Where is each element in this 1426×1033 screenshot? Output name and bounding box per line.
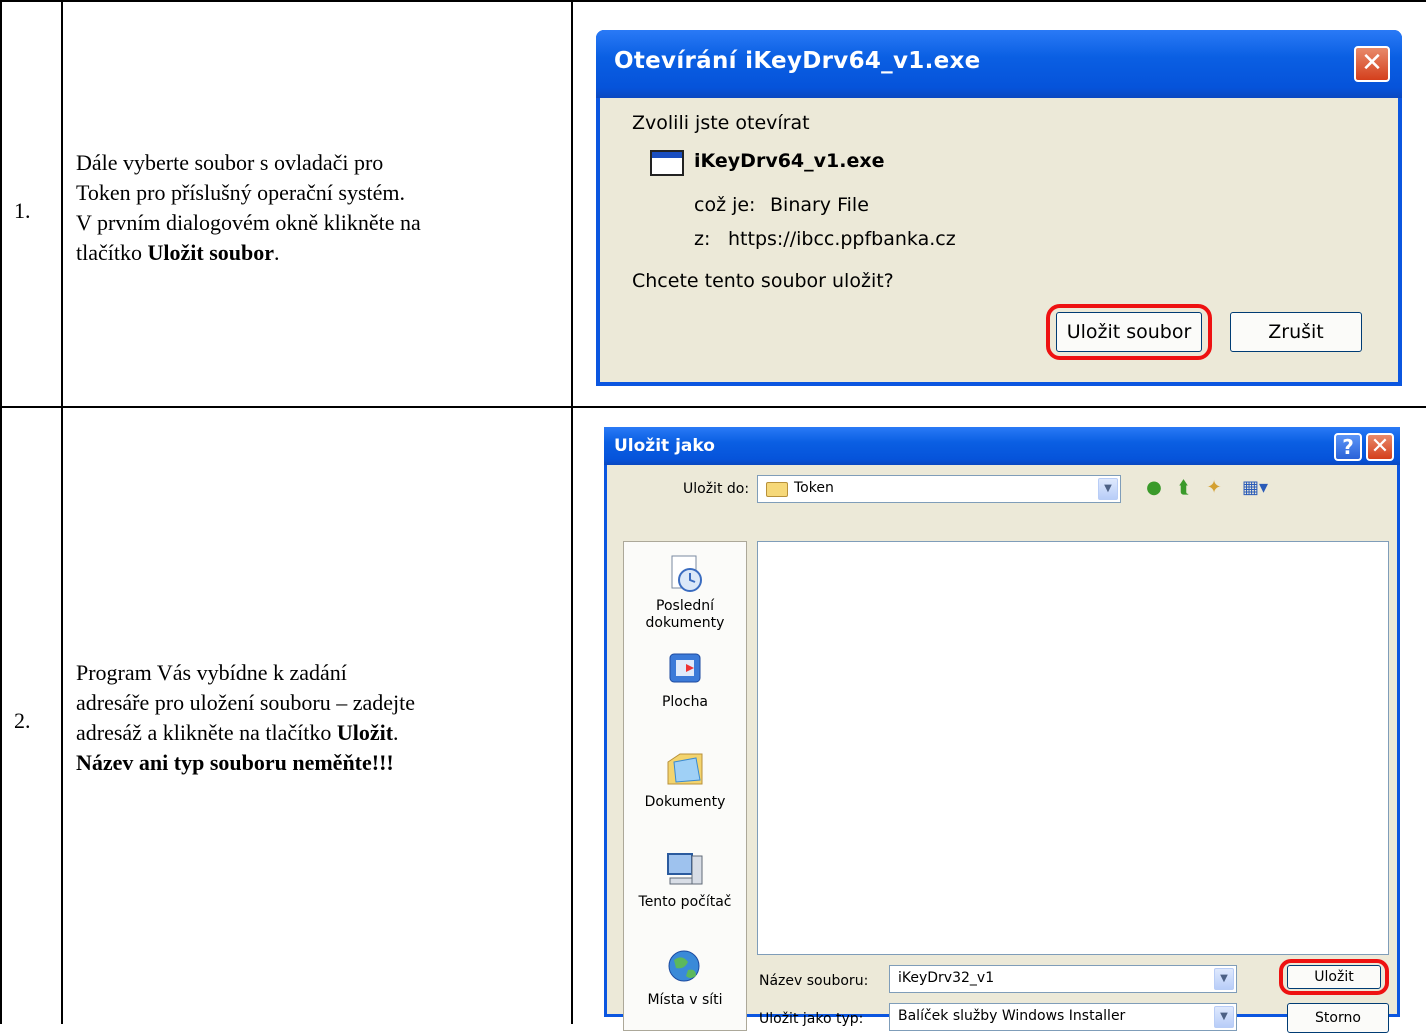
description-line: Token pro příslušný operační systém. xyxy=(76,180,406,205)
chevron-down-icon[interactable]: ▼ xyxy=(1214,1006,1234,1028)
column-divider-text xyxy=(571,0,573,1024)
dialog-title: Otevírání iKeyDrv64_v1.exe xyxy=(614,48,981,74)
cancel-button[interactable]: Zrušit xyxy=(1230,312,1362,352)
place-documents[interactable]: Dokumenty xyxy=(624,750,746,811)
dialog-body: Uložit do: Token ▼ ● ⮬ ✦ ▦▾ Poslední dok… xyxy=(607,465,1397,1033)
description-line: Program Vás vybídne k zadání xyxy=(76,660,347,685)
chevron-down-icon[interactable]: ▼ xyxy=(1214,968,1234,990)
place-recent-documents[interactable]: Poslední dokumenty xyxy=(624,554,746,632)
file-list[interactable] xyxy=(757,541,1389,955)
table-border-top xyxy=(0,0,1426,2)
file-type-label: což je: xyxy=(694,194,756,216)
save-in-label: Uložit do: xyxy=(683,481,750,497)
save-question: Chcete tento soubor uložit? xyxy=(632,270,894,292)
save-file-button[interactable]: Uložit soubor xyxy=(1056,312,1202,352)
row-description: Program Vás vybídne k zadání adresáře pr… xyxy=(76,658,554,778)
places-bar: Poslední dokumenty Plocha Dokumenty Tent… xyxy=(623,541,747,1031)
file-name: iKeyDrv64_v1.exe xyxy=(694,150,885,172)
row-description: Dále vyberte soubor s ovladači pro Token… xyxy=(76,148,554,268)
save-button[interactable]: Uložit xyxy=(1287,965,1381,989)
documents-folder-icon xyxy=(667,753,703,785)
dialog-title: Uložit jako xyxy=(614,436,715,456)
file-source-label: z: xyxy=(694,228,711,250)
folder-icon xyxy=(766,482,788,497)
file-source-value: https://ibcc.ppfbanka.cz xyxy=(728,228,956,250)
table-border-left xyxy=(0,0,2,1024)
dialog-titlebar: Otevírání iKeyDrv64_v1.exe ✕ xyxy=(596,30,1402,98)
back-icon[interactable]: ● xyxy=(1143,477,1165,499)
file-type-value: Binary File xyxy=(770,194,869,216)
filename-input[interactable]: iKeyDrv32_v1 ▼ xyxy=(889,965,1237,993)
recent-documents-icon xyxy=(671,555,702,592)
row-number: 1. xyxy=(14,198,31,223)
new-folder-icon[interactable]: ✦ xyxy=(1203,477,1225,499)
column-divider-number xyxy=(61,0,63,1024)
description-line: Dále vyberte soubor s ovladači pro xyxy=(76,150,384,175)
dialog-body: Zvolili jste otevírat iKeyDrv64_v1.exe c… xyxy=(600,98,1398,382)
place-my-computer[interactable]: Tento počítač xyxy=(624,850,746,911)
dialog-intro: Zvolili jste otevírat xyxy=(632,112,810,134)
application-file-icon xyxy=(650,150,684,176)
view-menu-icon[interactable]: ▦▾ xyxy=(1237,477,1273,499)
dialog-titlebar: Uložit jako ? ✕ xyxy=(604,427,1400,465)
save-in-dropdown[interactable]: Token ▼ xyxy=(757,475,1121,503)
save-as-dialog: Uložit jako ? ✕ Uložit do: Token ▼ ● ⮬ ✦… xyxy=(604,427,1400,1033)
filename-label: Název souboru: xyxy=(759,973,869,989)
help-icon[interactable]: ? xyxy=(1334,433,1362,461)
description-line: adresáž a klikněte na tlačítko Uložit. xyxy=(76,720,399,745)
filetype-dropdown[interactable]: Balíček služby Windows Installer ▼ xyxy=(889,1003,1237,1031)
network-globe-icon xyxy=(668,950,700,982)
emphasis-button-name: Uložit xyxy=(336,720,394,745)
close-icon[interactable]: ✕ xyxy=(1354,46,1390,82)
row-number: 2. xyxy=(14,708,31,733)
description-line: tlačítko Uložit soubor. xyxy=(76,240,280,265)
emphasis-button-name: Uložit soubor xyxy=(147,240,274,265)
storno-button[interactable]: Storno xyxy=(1287,1003,1389,1033)
place-desktop[interactable]: Plocha xyxy=(624,650,746,711)
up-folder-icon[interactable]: ⮬ xyxy=(1173,477,1195,499)
filetype-label: Uložit jako typ: xyxy=(759,1011,864,1027)
chevron-down-icon[interactable]: ▼ xyxy=(1098,478,1118,500)
warning-line: Název ani typ souboru neměňte!!! xyxy=(76,750,394,775)
row-divider xyxy=(0,406,1426,408)
open-file-dialog: Otevírání iKeyDrv64_v1.exe ✕ Zvolili jst… xyxy=(596,30,1402,386)
place-network[interactable]: Místa v síti xyxy=(624,948,746,1009)
description-line: adresáře pro uložení souboru – zadejte xyxy=(76,690,416,715)
description-line: V prvním dialogovém okně klikněte na xyxy=(76,210,421,235)
desktop-icon xyxy=(669,653,701,683)
computer-icon xyxy=(667,853,703,885)
close-icon[interactable]: ✕ xyxy=(1366,433,1394,461)
